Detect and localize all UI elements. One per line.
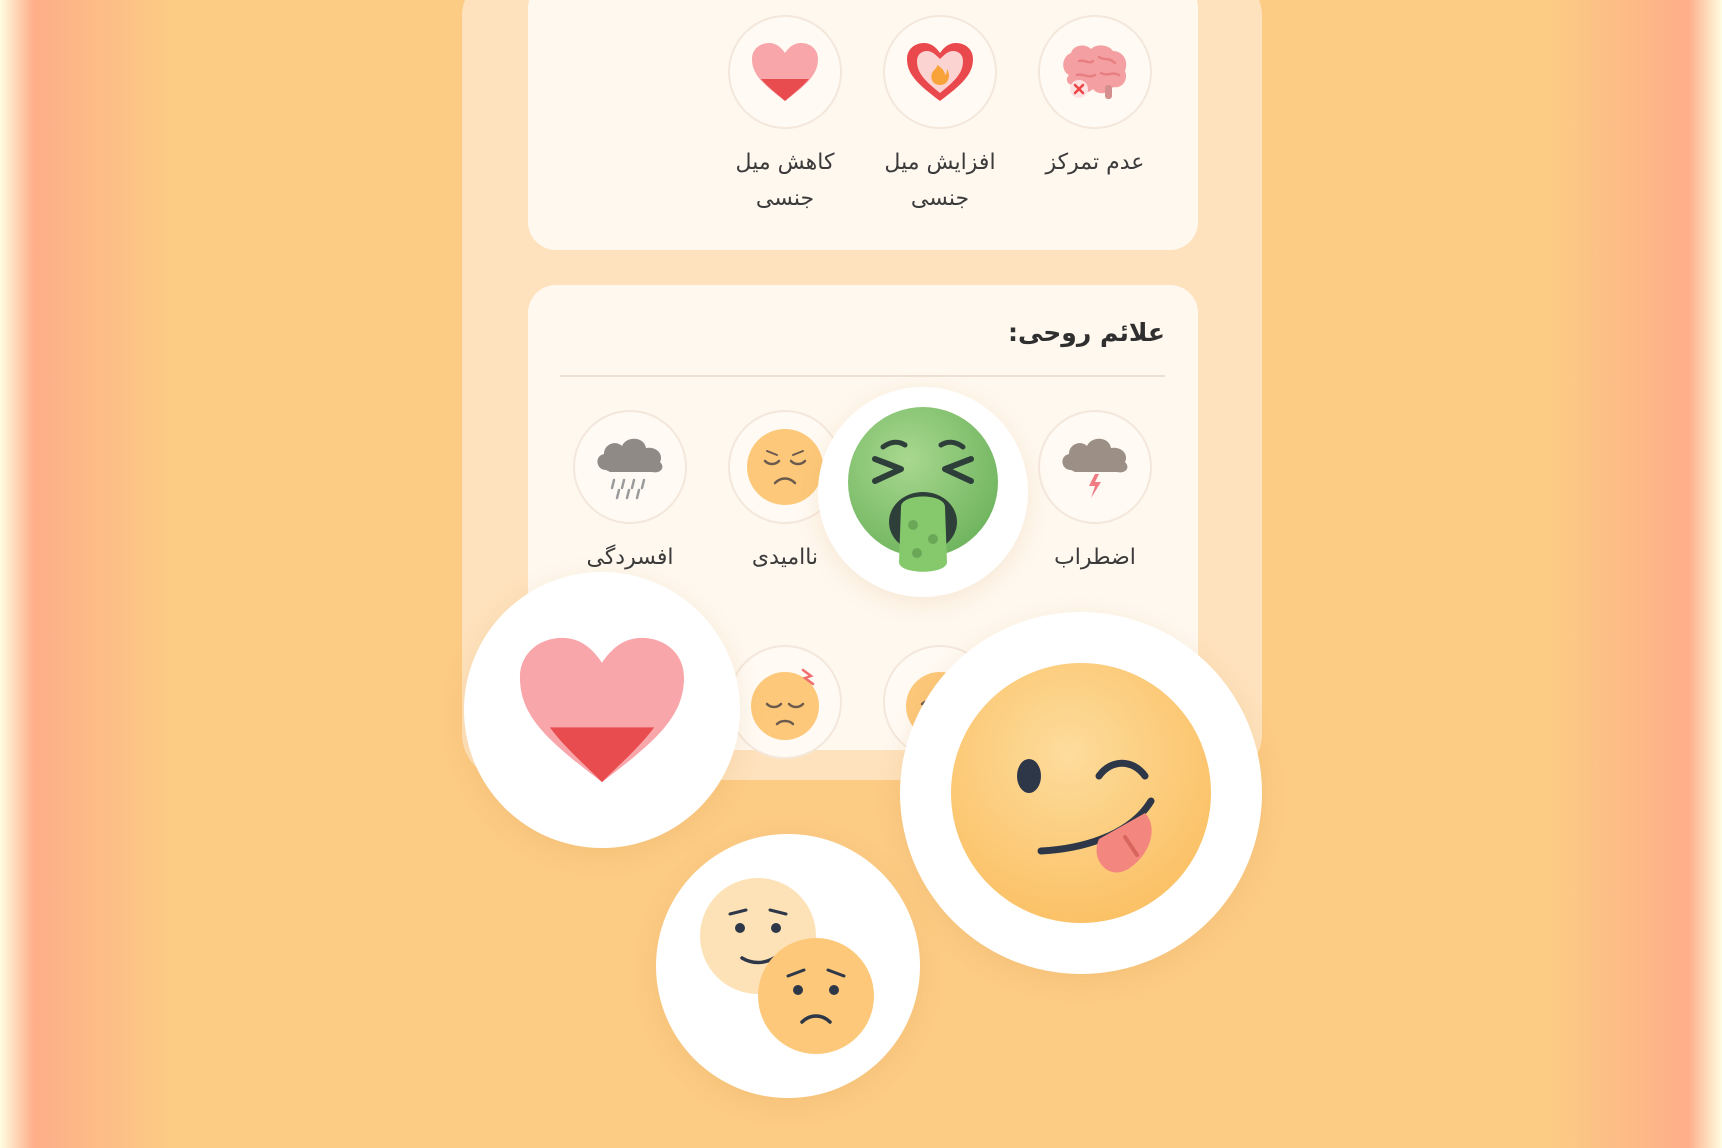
divider — [560, 375, 1165, 377]
heart-low-icon — [519, 637, 685, 783]
rain-cloud-icon — [573, 410, 687, 524]
worried-faces-icon — [700, 878, 874, 1054]
decorative-edge-left — [0, 0, 170, 1148]
wink-tongue-face-icon — [951, 663, 1211, 923]
bubble-worried — [656, 834, 920, 1098]
symptom-decreased-libido[interactable]: کاهش میل جنسی — [710, 15, 860, 217]
bubble-wink — [900, 612, 1262, 974]
brain-icon — [1038, 15, 1152, 129]
heart-flame-icon — [883, 15, 997, 129]
nauseated-face-icon — [848, 407, 998, 572]
tired-face-icon — [728, 645, 842, 759]
symptom-label: کاهش میل جنسی — [735, 150, 835, 211]
symptom-label: افزایش میل جنسی — [884, 150, 996, 211]
symptom-label: اضطراب — [1054, 545, 1136, 570]
symptom-anxiety[interactable]: اضطراب — [1020, 410, 1170, 576]
heart-low-icon — [728, 15, 842, 129]
storm-cloud-icon — [1038, 410, 1152, 524]
symptom-increased-libido[interactable]: افزایش میل جنسی — [865, 15, 1015, 217]
section-title: علائم روحی: — [1008, 318, 1165, 347]
symptom-label: افسردگی — [586, 545, 674, 570]
symptom-label: عدم تمرکز — [1045, 150, 1145, 175]
symptom-lack-of-focus[interactable]: عدم تمرکز — [1020, 15, 1170, 181]
symptom-depression[interactable]: افسردگی — [555, 410, 705, 576]
bubble-heart — [464, 572, 740, 848]
decorative-edge-right — [1552, 0, 1722, 1148]
bubble-nausea — [818, 387, 1028, 597]
